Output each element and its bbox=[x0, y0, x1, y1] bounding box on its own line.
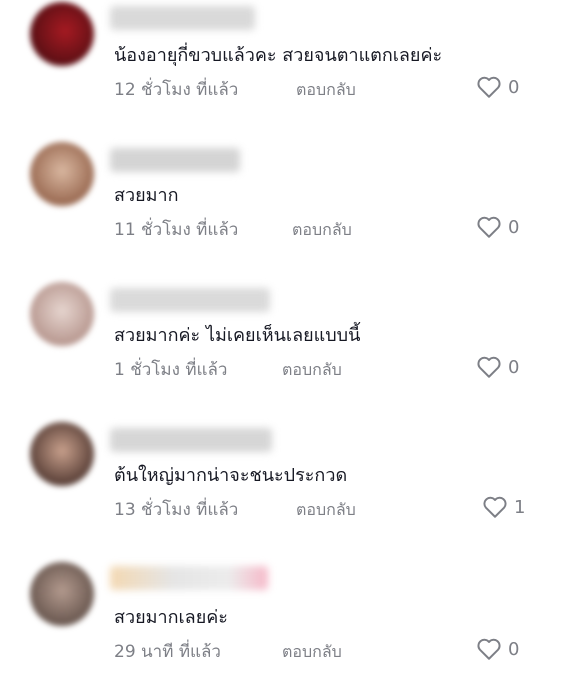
like-count: 0 bbox=[508, 216, 520, 238]
reply-button[interactable]: ตอบกลับ bbox=[296, 498, 356, 523]
comment-text: สวยมาก bbox=[114, 185, 179, 206]
like-button[interactable]: 0 bbox=[476, 637, 519, 661]
reply-button[interactable]: ตอบกลับ bbox=[282, 640, 342, 665]
heart-icon bbox=[477, 356, 501, 378]
comment-item: น้องอายุกี่ขวบแล้วคะ สวยจนตาแตกเลยค่ะ 12… bbox=[0, 0, 572, 120]
like-count: 0 bbox=[508, 76, 520, 98]
reply-button[interactable]: ตอบกลับ bbox=[282, 358, 342, 383]
like-button[interactable]: 0 bbox=[476, 215, 519, 239]
reply-button[interactable]: ตอบกลับ bbox=[296, 78, 356, 103]
avatar[interactable] bbox=[30, 562, 94, 626]
comment-text: สวยมากเลยค่ะ bbox=[114, 607, 228, 628]
like-count: 1 bbox=[514, 496, 526, 518]
reply-button[interactable]: ตอบกลับ bbox=[292, 218, 352, 243]
comment-item: ต้นใหญ่มากน่าจะชนะประกวด 13 ชั่วโมง ที่แ… bbox=[0, 420, 572, 540]
like-count: 0 bbox=[508, 356, 520, 378]
heart-icon bbox=[477, 76, 501, 98]
avatar[interactable] bbox=[30, 2, 94, 66]
heart-icon bbox=[483, 496, 507, 518]
comment-time: 29 นาที ที่แล้ว bbox=[114, 642, 221, 662]
username-blurred[interactable] bbox=[110, 148, 240, 172]
like-button[interactable]: 0 bbox=[476, 355, 519, 379]
comment-item: สวยมากเลยค่ะ 29 นาที ที่แล้ว ตอบกลับ 0 bbox=[0, 560, 572, 680]
username-blurred[interactable] bbox=[110, 566, 268, 590]
comment-text: ต้นใหญ่มากน่าจะชนะประกวด bbox=[114, 465, 348, 486]
comment-item: สวยมากค่ะ ไม่เคยเห็นเลยแบบนี้ 1 ชั่วโมง … bbox=[0, 280, 572, 400]
comment-item: สวยมาก 11 ชั่วโมง ที่แล้ว ตอบกลับ 0 bbox=[0, 140, 572, 260]
comment-time: 13 ชั่วโมง ที่แล้ว bbox=[114, 500, 239, 520]
avatar[interactable] bbox=[30, 142, 94, 206]
comment-time: 12 ชั่วโมง ที่แล้ว bbox=[114, 80, 239, 100]
comment-time: 1 ชั่วโมง ที่แล้ว bbox=[114, 360, 228, 380]
comment-time: 11 ชั่วโมง ที่แล้ว bbox=[114, 220, 239, 240]
username-blurred[interactable] bbox=[110, 6, 255, 30]
like-count: 0 bbox=[508, 638, 520, 660]
heart-icon bbox=[477, 638, 501, 660]
username-blurred[interactable] bbox=[110, 288, 270, 312]
like-button[interactable]: 0 bbox=[476, 75, 519, 99]
like-button[interactable]: 1 bbox=[482, 495, 525, 519]
username-blurred[interactable] bbox=[110, 428, 272, 452]
comment-text: สวยมากค่ะ ไม่เคยเห็นเลยแบบนี้ bbox=[114, 325, 361, 346]
heart-icon bbox=[477, 216, 501, 238]
avatar[interactable] bbox=[30, 422, 94, 486]
avatar[interactable] bbox=[30, 282, 94, 346]
comment-text: น้องอายุกี่ขวบแล้วคะ สวยจนตาแตกเลยค่ะ bbox=[114, 45, 443, 66]
